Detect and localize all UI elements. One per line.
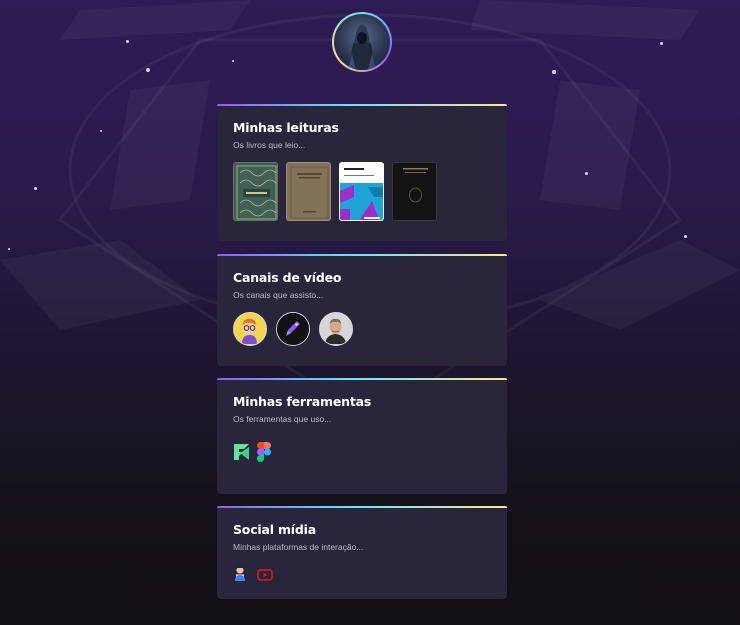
star [146, 68, 150, 72]
channel-avatar-3[interactable] [319, 312, 353, 346]
colorful-pattern-book-cover-icon [340, 163, 383, 220]
purple-rocket-avatar-icon [277, 313, 308, 344]
man-photo-avatar-icon [320, 313, 351, 344]
frontend-mentor-icon[interactable] [233, 443, 251, 465]
section-subtitle: Os livros que leio... [233, 140, 306, 150]
section-title: Canais de vídeo [233, 270, 342, 285]
black-book-cover-icon [393, 163, 436, 220]
section-title: Minhas ferramentas [233, 394, 372, 409]
social-list [233, 565, 491, 585]
social-media-card: Social mídia Minhas plataformas de inter… [217, 506, 507, 599]
tools-card: Minhas ferramentas Os ferramentas que us… [217, 378, 507, 494]
hooded-figure-avatar-icon [334, 14, 390, 70]
tool-list [233, 442, 491, 466]
channel-avatar-1[interactable] [233, 312, 267, 346]
section-subtitle: Minhas plataformas de interação... [233, 542, 364, 552]
video-channels-card: Canais de vídeo Os canais que assisto... [217, 254, 507, 366]
star [585, 172, 588, 175]
section-title: Social mídia [233, 522, 316, 537]
star [34, 187, 37, 190]
vintage-beige-book-cover-icon [287, 163, 330, 220]
person-avatar-icon[interactable] [233, 565, 247, 585]
star [126, 40, 129, 43]
profile-avatar[interactable] [332, 12, 392, 72]
section-subtitle: Os ferramentas que uso... [233, 414, 332, 424]
star [232, 60, 234, 62]
cartoon-glasses-avatar-icon [234, 313, 265, 344]
book-list [233, 162, 491, 221]
star [552, 70, 556, 74]
star [684, 235, 687, 238]
star [100, 130, 102, 132]
book-cover-1[interactable] [233, 162, 278, 221]
section-title: Minhas leituras [233, 120, 339, 135]
book-cover-4[interactable] [392, 162, 437, 221]
book-cover-2[interactable] [286, 162, 331, 221]
youtube-icon[interactable] [257, 566, 273, 585]
book-cover-3[interactable] [339, 162, 384, 221]
ornate-green-book-cover-icon [234, 163, 277, 220]
channel-avatar-2[interactable] [276, 312, 310, 346]
star [660, 42, 663, 45]
section-subtitle: Os canais que assisto... [233, 290, 324, 300]
figma-icon[interactable] [257, 442, 271, 466]
star [8, 248, 10, 250]
channel-list [233, 312, 491, 346]
reading-card: Minhas leituras Os livros que leio... [217, 104, 507, 241]
